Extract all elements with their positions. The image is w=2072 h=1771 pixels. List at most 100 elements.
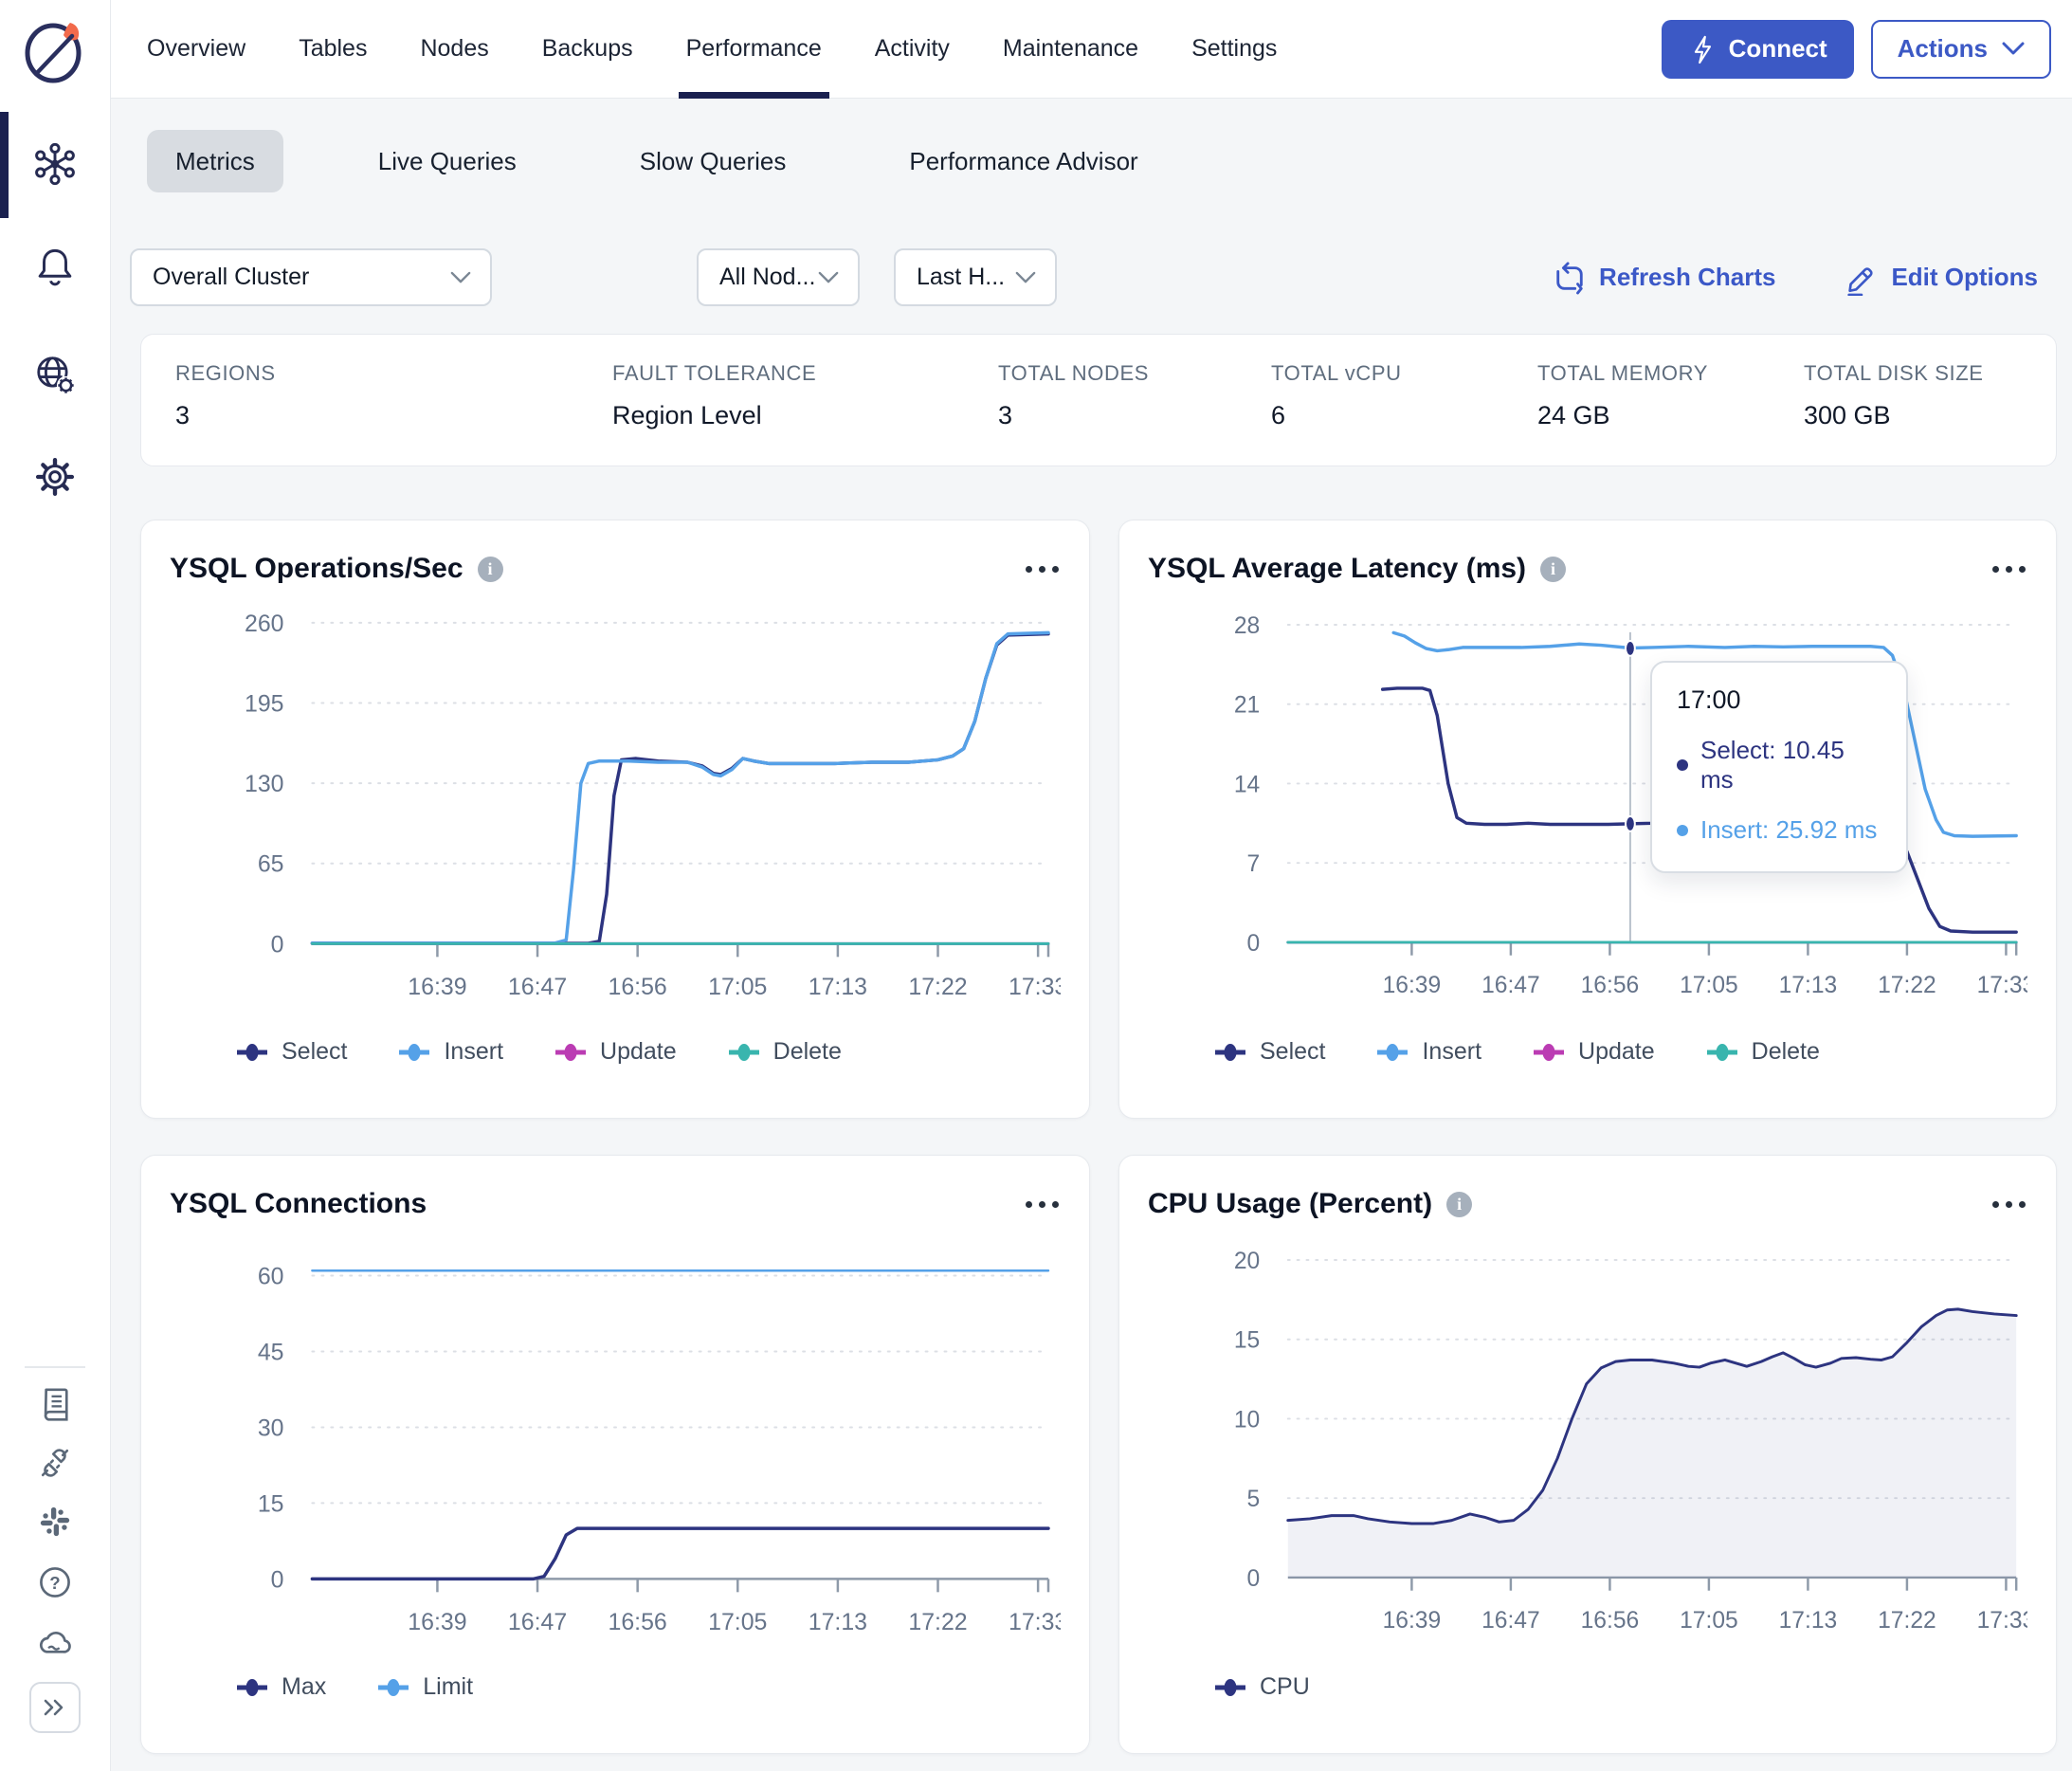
svg-text:28: 28 xyxy=(1234,613,1260,639)
svg-text:16:47: 16:47 xyxy=(1481,1608,1540,1634)
svg-text:17:05: 17:05 xyxy=(1680,973,1738,998)
sidebar-item-network[interactable] xyxy=(0,353,110,396)
svg-text:0: 0 xyxy=(1247,931,1261,957)
ysql-operations-chart[interactable]: 0 65 130 195 260 16:39 16:47 16:56 17:05 17:13 17:… xyxy=(170,594,1061,1029)
refresh-charts-link[interactable]: Refresh Charts xyxy=(1554,261,1775,295)
subtab-slow-queries[interactable]: Slow Queries xyxy=(611,130,815,192)
chart-menu-button[interactable] xyxy=(1024,1192,1061,1217)
subtab-performance-advisor[interactable]: Performance Advisor xyxy=(881,130,1166,192)
sidebar-item-cloud-status[interactable] xyxy=(0,1623,110,1663)
info-icon[interactable]: i xyxy=(477,556,503,582)
svg-text:17:22: 17:22 xyxy=(1878,973,1936,998)
time-range-select[interactable]: Last H... xyxy=(894,248,1057,306)
svg-text:7: 7 xyxy=(1247,851,1261,877)
subtab-metrics[interactable]: Metrics xyxy=(147,130,283,192)
stat-regions: REGIONS 3 xyxy=(175,361,276,429)
info-icon[interactable]: i xyxy=(1446,1191,1473,1217)
legend-item-select[interactable]: Select xyxy=(1214,1038,1325,1066)
ysql-connections-chart[interactable]: 0 15 30 45 60 16:39 16:47 16:56 17:05 17:13 17:22 1… xyxy=(170,1230,1061,1664)
actions-button[interactable]: Actions xyxy=(1870,19,2051,79)
chart-legend: Select Insert Update Delete xyxy=(236,1038,1061,1066)
svg-text:130: 130 xyxy=(245,771,284,797)
tab-backups[interactable]: Backups xyxy=(542,0,633,99)
sidebar-item-docs[interactable] xyxy=(0,1384,110,1424)
tab-performance[interactable]: Performance xyxy=(678,0,829,99)
svg-text:16:56: 16:56 xyxy=(1581,1608,1640,1634)
chart-title: YSQL Average Latency (ms) xyxy=(1148,553,1527,584)
ysql-operations-card: YSQL Operations/Sec i 0 65 130 195 260 16:39 1… xyxy=(140,520,1090,1119)
cluster-select[interactable]: Overall Cluster xyxy=(130,248,492,306)
legend-item-insert[interactable]: Insert xyxy=(398,1038,503,1066)
svg-text:17:05: 17:05 xyxy=(708,1609,767,1635)
chevron-down-icon xyxy=(2002,42,2025,55)
tab-activity[interactable]: Activity xyxy=(875,0,950,99)
svg-text:20: 20 xyxy=(1234,1249,1260,1274)
cpu-usage-chart[interactable]: 0 5 10 15 20 16:39 16:47 16:56 17:05 17:13 17:22 17… xyxy=(1148,1230,2027,1664)
svg-text:17:13: 17:13 xyxy=(809,1609,867,1635)
tab-tables[interactable]: Tables xyxy=(299,0,367,99)
chart-menu-button[interactable] xyxy=(1990,557,2027,582)
sidebar-item-help[interactable]: ? xyxy=(0,1562,110,1602)
chart-menu-button[interactable] xyxy=(1990,1192,2027,1217)
sidebar-item-slack[interactable] xyxy=(0,1502,110,1542)
legend-item-delete[interactable]: Delete xyxy=(1706,1038,1820,1066)
chart-menu-button[interactable] xyxy=(1024,557,1061,582)
stat-total-nodes: TOTAL NODES 3 xyxy=(998,361,1149,429)
svg-text:195: 195 xyxy=(245,690,284,717)
series-marker-icon xyxy=(1534,1043,1565,1061)
sidebar-item-clusters[interactable] xyxy=(0,142,110,186)
legend-item-max[interactable]: Max xyxy=(236,1673,326,1701)
legend-item-update[interactable]: Update xyxy=(554,1038,677,1066)
svg-text:17:13: 17:13 xyxy=(1779,973,1838,998)
svg-text:16:47: 16:47 xyxy=(508,1609,567,1635)
sidebar-item-integrations[interactable] xyxy=(0,1443,110,1483)
main-content: Metrics Live Queries Slow Queries Perfor… xyxy=(111,99,2072,1771)
series-marker-icon xyxy=(237,1678,267,1696)
connect-button[interactable]: Connect xyxy=(1661,19,1854,79)
tab-nodes[interactable]: Nodes xyxy=(420,0,488,99)
svg-text:65: 65 xyxy=(258,851,284,878)
sidebar: ? xyxy=(0,0,111,1771)
nodes-select[interactable]: All Nod... xyxy=(697,248,860,306)
legend-item-limit[interactable]: Limit xyxy=(377,1673,473,1701)
legend-item-delete[interactable]: Delete xyxy=(728,1038,842,1066)
svg-text:21: 21 xyxy=(1234,693,1260,719)
svg-text:0: 0 xyxy=(271,1566,284,1593)
tab-overview[interactable]: Overview xyxy=(147,0,245,99)
sidebar-item-alerts[interactable] xyxy=(0,245,110,288)
svg-text:16:56: 16:56 xyxy=(609,974,667,1000)
svg-text:15: 15 xyxy=(258,1490,284,1517)
series-marker-icon xyxy=(1215,1678,1245,1696)
svg-text:14: 14 xyxy=(1234,772,1260,797)
tab-maintenance[interactable]: Maintenance xyxy=(1003,0,1138,99)
chart-tooltip: 17:00 Select: 10.45 ms Insert: 25.92 ms xyxy=(1650,661,1908,873)
svg-text:17:33: 17:33 xyxy=(1977,1608,2027,1634)
performance-subtabs: Metrics Live Queries Slow Queries Perfor… xyxy=(147,130,1167,192)
info-icon[interactable]: i xyxy=(1540,556,1567,582)
svg-text:17:33: 17:33 xyxy=(1977,973,2027,998)
svg-text:?: ? xyxy=(49,1573,60,1593)
tab-settings[interactable]: Settings xyxy=(1191,0,1277,99)
chevron-down-icon xyxy=(818,271,839,283)
gear-icon xyxy=(35,457,75,497)
cpu-usage-card: CPU Usage (Percent) i 0 5 10 15 20 16:39 16:47… xyxy=(1118,1155,2057,1754)
edit-options-link[interactable]: Edit Options xyxy=(1844,260,2038,296)
tooltip-insert-row: Insert: 25.92 ms xyxy=(1677,815,1883,845)
legend-item-update[interactable]: Update xyxy=(1533,1038,1655,1066)
series-marker-icon xyxy=(555,1043,587,1061)
sidebar-item-settings[interactable] xyxy=(0,455,110,499)
tooltip-select-row: Select: 10.45 ms xyxy=(1677,736,1883,794)
legend-item-insert[interactable]: Insert xyxy=(1376,1038,1481,1066)
stat-fault-tolerance: FAULT TOLERANCE Region Level xyxy=(612,361,817,429)
ysql-connections-card: YSQL Connections 0 15 30 45 60 16:39 16:47 16:5… xyxy=(140,1155,1090,1754)
svg-text:17:33: 17:33 xyxy=(1009,1609,1061,1635)
svg-text:16:39: 16:39 xyxy=(1383,973,1442,998)
subtab-live-queries[interactable]: Live Queries xyxy=(350,130,545,192)
header: Overview Tables Nodes Backups Performanc… xyxy=(111,0,2072,99)
svg-text:17:22: 17:22 xyxy=(908,974,967,1000)
yugabyte-logo-icon[interactable] xyxy=(15,13,91,89)
sidebar-item-expand[interactable] xyxy=(0,1682,110,1733)
legend-item-select[interactable]: Select xyxy=(236,1038,347,1066)
legend-item-cpu[interactable]: CPU xyxy=(1214,1673,1310,1701)
series-marker-icon xyxy=(399,1043,430,1061)
